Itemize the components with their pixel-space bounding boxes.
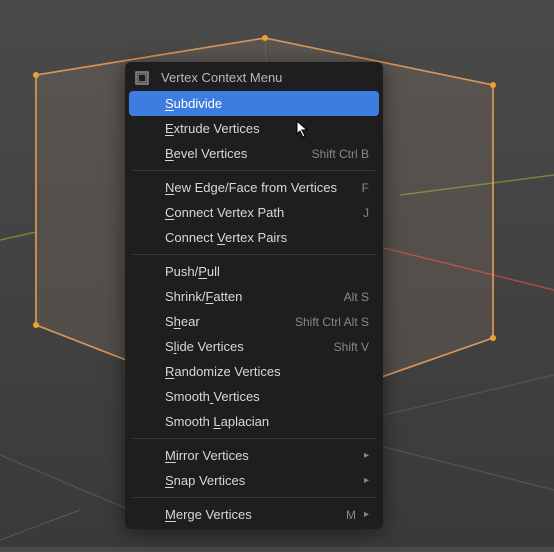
- grid-line: [0, 510, 80, 540]
- submenu-arrow-icon: ▸: [364, 509, 369, 520]
- menu-item-label: Shear: [165, 314, 295, 329]
- menu-item-shortcut: J: [363, 206, 369, 220]
- menu-item-shortcut: Alt S: [344, 290, 369, 304]
- mesh-icon: [135, 71, 149, 85]
- menu-item-label: Randomize Vertices: [165, 364, 369, 379]
- menu-item-label: Smooth Laplacian: [165, 414, 369, 429]
- vertex-selected[interactable]: [490, 335, 496, 341]
- menu-item-label: Shrink/Fatten: [165, 289, 344, 304]
- menu-item-label: Extrude Vertices: [165, 121, 369, 136]
- menu-divider: [133, 170, 375, 171]
- grid-line: [380, 375, 554, 416]
- menu-item-smooth-vertices[interactable]: Smooth Vertices: [125, 384, 383, 409]
- menu-item-subdivide[interactable]: Subdivide: [129, 91, 379, 116]
- grid-line: [380, 446, 554, 490]
- menu-title: Vertex Context Menu: [161, 70, 282, 85]
- menu-item-extrude-vertices[interactable]: Extrude Vertices: [125, 116, 383, 141]
- submenu-arrow-icon: ▸: [364, 475, 369, 486]
- vertex-selected[interactable]: [262, 35, 268, 41]
- menu-item-label: Merge Vertices: [165, 507, 346, 522]
- menu-item-label: Slide Vertices: [165, 339, 334, 354]
- menu-header: Vertex Context Menu: [125, 62, 383, 91]
- menu-item-snap-vertices[interactable]: Snap Vertices ▸: [125, 468, 383, 493]
- menu-item-connect-vertex-pairs[interactable]: Connect Vertex Pairs: [125, 225, 383, 250]
- grid-line: [0, 455, 130, 510]
- vertex-selected[interactable]: [33, 72, 39, 78]
- menu-item-slide-vertices[interactable]: Slide VerticesShift V: [125, 334, 383, 359]
- menu-item-shear[interactable]: ShearShift Ctrl Alt S: [125, 309, 383, 334]
- menu-divider: [133, 254, 375, 255]
- vertex-selected[interactable]: [33, 322, 39, 328]
- menu-item-shortcut: Shift Ctrl B: [312, 147, 369, 161]
- submenu-arrow-icon: ▸: [364, 450, 369, 461]
- menu-item-label: Push/Pull: [165, 264, 369, 279]
- menu-item-shortcut: Shift V: [334, 340, 369, 354]
- menu-item-label: Connect Vertex Pairs: [165, 230, 369, 245]
- menu-item-shortcut: M: [346, 508, 356, 522]
- menu-item-label: Snap Vertices: [165, 473, 356, 488]
- menu-divider: [133, 438, 375, 439]
- menu-item-bevel-vertices[interactable]: Bevel VerticesShift Ctrl B: [125, 141, 383, 166]
- menu-item-push-pull[interactable]: Push/Pull: [125, 259, 383, 284]
- vertex-selected[interactable]: [490, 82, 496, 88]
- menu-item-label: New Edge/Face from Vertices: [165, 180, 362, 195]
- menu-item-label: Connect Vertex Path: [165, 205, 363, 220]
- menu-item-randomize-vertices[interactable]: Randomize Vertices: [125, 359, 383, 384]
- menu-item-shortcut: Shift Ctrl Alt S: [295, 315, 369, 329]
- menu-item-mirror-vertices[interactable]: Mirror Vertices ▸: [125, 443, 383, 468]
- menu-item-label: Subdivide: [165, 96, 369, 111]
- menu-item-merge-vertices[interactable]: Merge VerticesM ▸: [125, 502, 383, 527]
- menu-item-shrink-fatten[interactable]: Shrink/FattenAlt S: [125, 284, 383, 309]
- menu-item-connect-vertex-path[interactable]: Connect Vertex PathJ: [125, 200, 383, 225]
- vertex-context-menu[interactable]: Vertex Context Menu Subdivide Extrude Ver…: [125, 62, 383, 529]
- axis-y-line-left: [0, 232, 36, 240]
- menu-item-shortcut: F: [362, 181, 369, 195]
- menu-item-label: Smooth Vertices: [165, 389, 369, 404]
- menu-item-new-edge-face-from-vertices[interactable]: New Edge/Face from VerticesF: [125, 175, 383, 200]
- menu-item-label: Mirror Vertices: [165, 448, 356, 463]
- menu-item-smooth-laplacian[interactable]: Smooth Laplacian: [125, 409, 383, 434]
- menu-divider: [133, 497, 375, 498]
- menu-item-label: Bevel Vertices: [165, 146, 312, 161]
